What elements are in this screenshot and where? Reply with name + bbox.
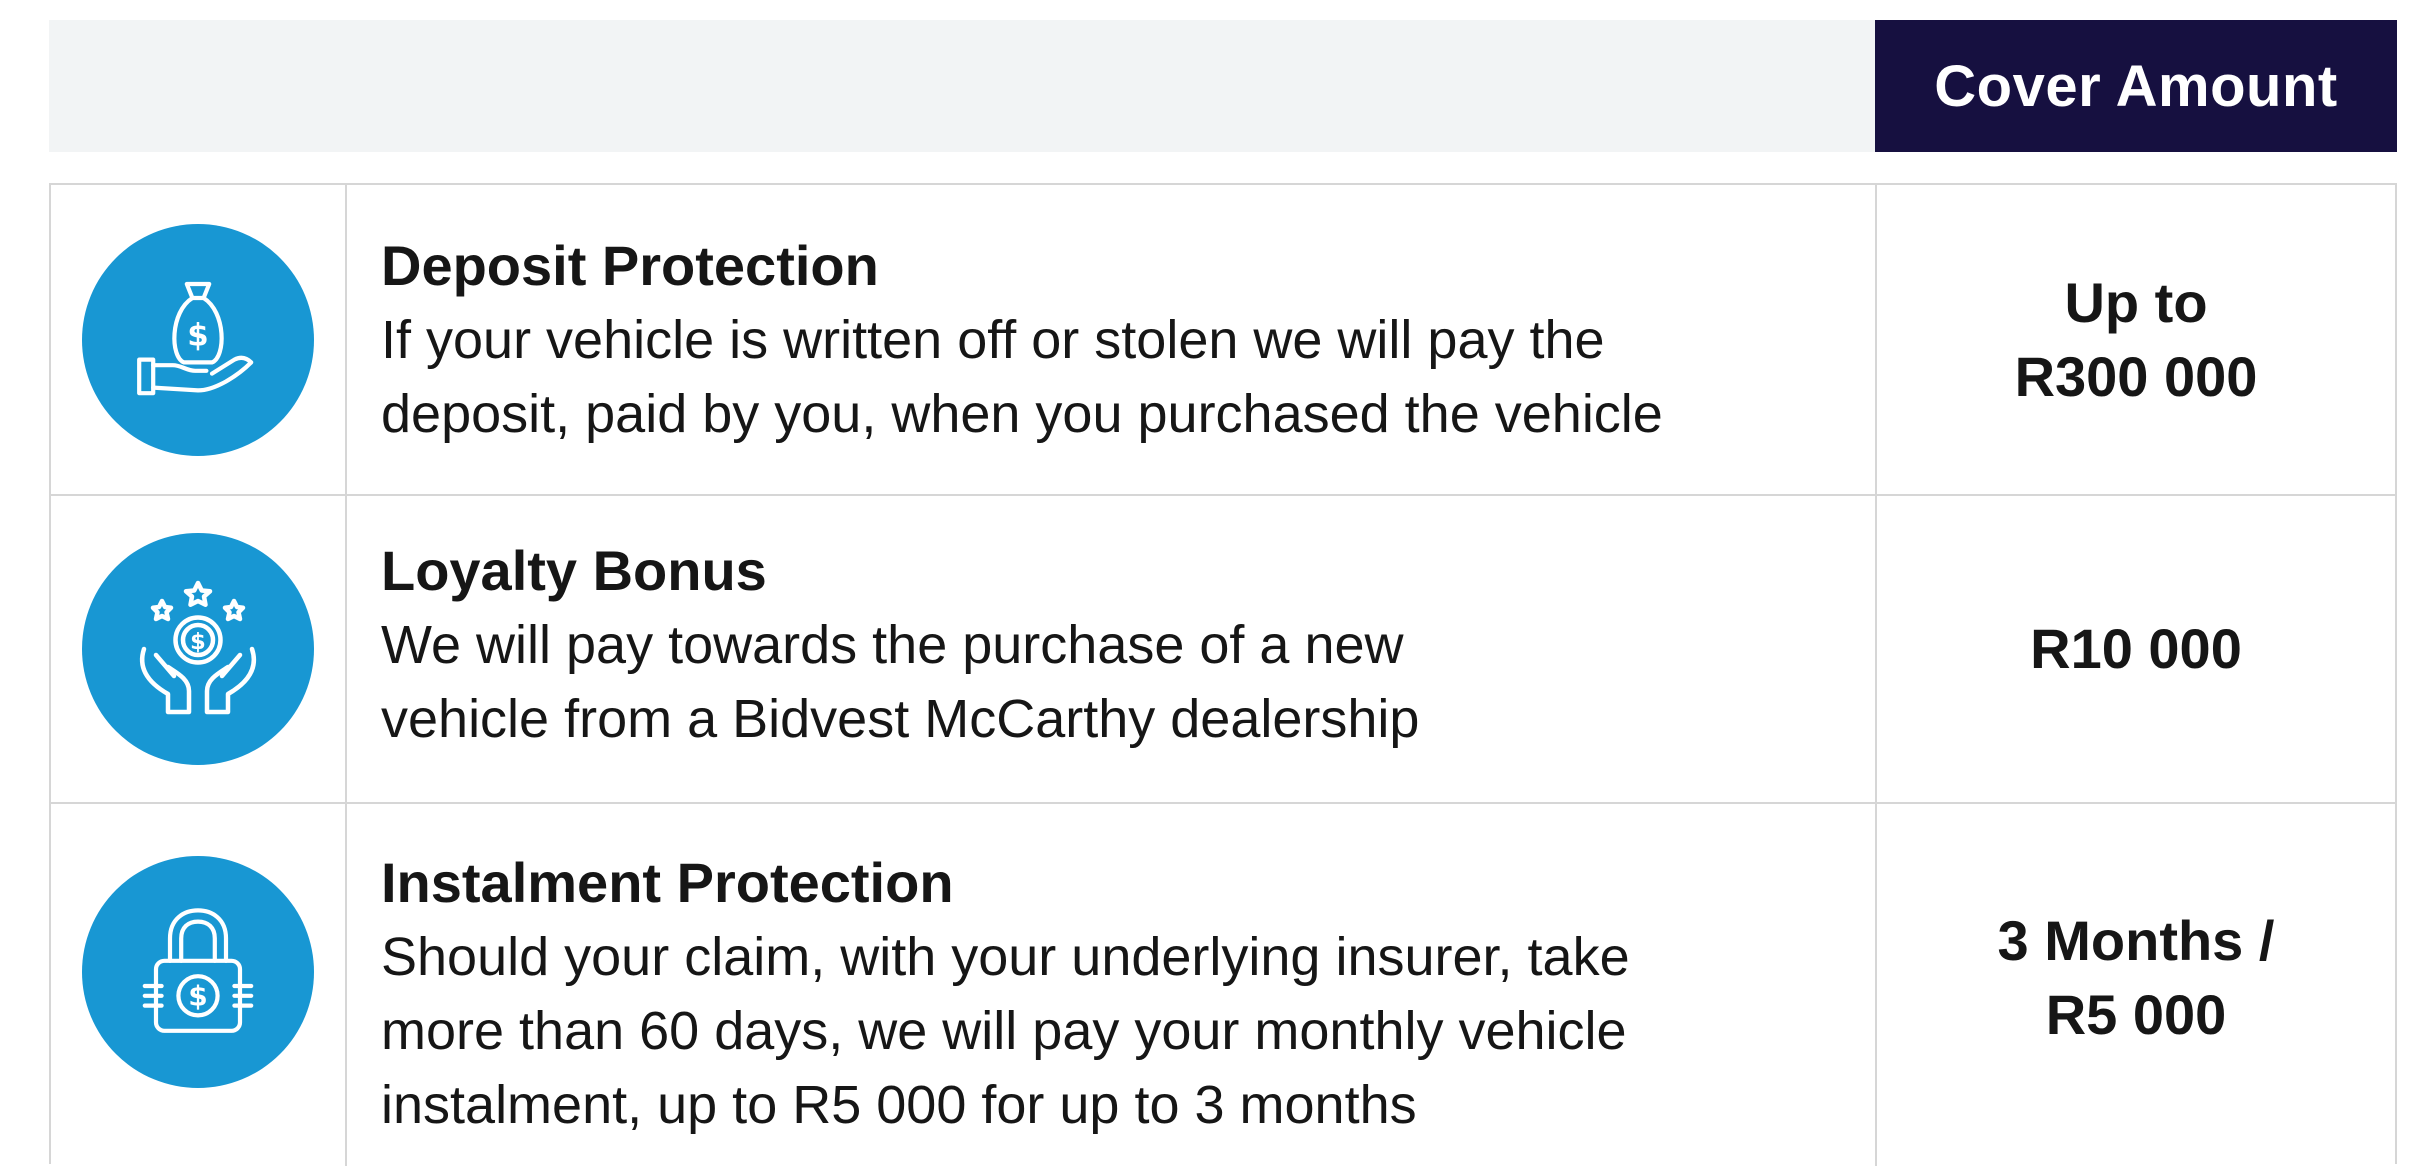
cover-amount-header: Cover Amount: [1875, 20, 2397, 152]
amount-line: R10 000: [2030, 617, 2242, 680]
amount-cell: R10 000: [1877, 496, 2395, 802]
amount-cell: Up to R300 000: [1877, 185, 2395, 494]
description-cell: Instalment Protection Should your claim,…: [347, 804, 1877, 1166]
amount-line: R300 000: [2014, 344, 2258, 408]
amount-line: 3 Months /: [1997, 909, 2275, 972]
amount-cell: 3 Months / R5 000: [1877, 804, 2395, 1166]
icon-cell: $: [51, 496, 347, 802]
description-cell: Loyalty Bonus We will pay towards the pu…: [347, 496, 1877, 802]
icon-cell: $: [51, 804, 347, 1166]
description-cell: Deposit Protection If your vehicle is wr…: [347, 185, 1877, 494]
cover-amount-header-label: Cover Amount: [1934, 53, 2338, 119]
row-description-line: deposit, paid by you, when you purchased…: [381, 384, 1663, 444]
amount-line: R5 000: [2045, 983, 2227, 1046]
header-band: [49, 20, 1875, 152]
icon-cell: $: [51, 185, 347, 494]
money-bag-hand-icon: $: [82, 223, 314, 456]
svg-text:$: $: [188, 980, 207, 1013]
amount-line: Up to: [2064, 270, 2208, 334]
row-description-line: If your vehicle is written off or stolen…: [381, 310, 1605, 370]
row-description-line: instalment, up to R5 000 for up to 3 mon…: [381, 1075, 1417, 1135]
cover-table: $ Deposit Protection If your vehicle is …: [49, 183, 2397, 1166]
row-title: Loyalty Bonus: [381, 539, 767, 602]
row-title: Instalment Protection: [381, 851, 954, 914]
row-description-line: We will pay towards the purchase of a ne…: [381, 615, 1404, 675]
coin-hands-stars-icon: $: [82, 533, 314, 765]
row-title: Deposit Protection: [381, 234, 879, 297]
row-description-line: Should your claim, with your underlying …: [381, 927, 1630, 987]
table-row-instalment-protection: $ Instalment Protection Should your clai…: [51, 804, 2395, 1166]
dollar-padlock-icon: $: [82, 856, 314, 1088]
table-row-deposit-protection: $ Deposit Protection If your vehicle is …: [51, 185, 2395, 496]
row-description-line: more than 60 days, we will pay your mont…: [381, 1001, 1627, 1061]
svg-text:$: $: [187, 317, 208, 353]
table-row-loyalty-bonus: $ Loyalty Bonus We will pay towards the …: [51, 496, 2395, 804]
row-description-line: vehicle from a Bidvest McCarthy dealersh…: [381, 689, 1420, 749]
svg-text:$: $: [190, 629, 206, 655]
